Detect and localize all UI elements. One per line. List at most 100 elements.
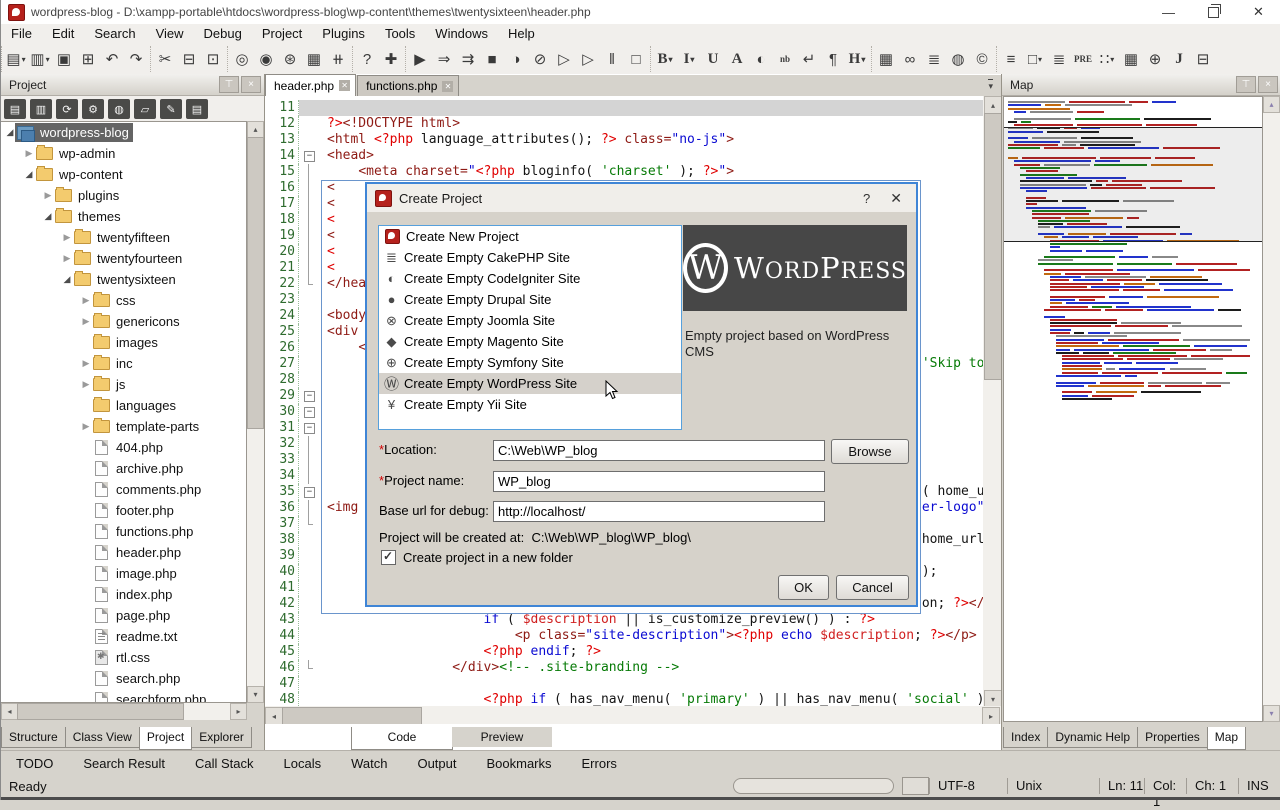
expander-icon[interactable]: ▶: [62, 253, 72, 264]
tree-item[interactable]: ▶css: [1, 290, 246, 311]
close-button[interactable]: ✕: [1236, 0, 1280, 24]
pre-icon[interactable]: PRE: [1071, 47, 1095, 71]
expander-icon[interactable]: ◢: [62, 274, 72, 285]
tab-index[interactable]: Index: [1003, 727, 1048, 748]
base-url-input[interactable]: [493, 501, 825, 522]
menu-help[interactable]: Help: [498, 24, 545, 44]
scroll-up-icon[interactable]: ▴: [1263, 96, 1280, 113]
fold-toggle-icon[interactable]: −: [304, 391, 315, 402]
refresh-icon[interactable]: ⟳: [56, 99, 78, 119]
tab-properties[interactable]: Properties: [1137, 727, 1208, 748]
open-folder-icon[interactable]: ▱: [134, 99, 156, 119]
dialog-help-button[interactable]: ?: [851, 191, 882, 206]
list-icon[interactable]: ≣: [922, 47, 946, 71]
find-in-files-icon[interactable]: ◉: [254, 47, 278, 71]
panel-tab-search-result[interactable]: Search Result: [68, 756, 180, 771]
tree-item[interactable]: ▶template-parts: [1, 416, 246, 437]
project-settings-icon[interactable]: ⚙: [82, 99, 104, 119]
menu-view[interactable]: View: [146, 24, 194, 44]
tree-item[interactable]: readme.txt: [1, 626, 246, 647]
editor-horizontal-scrollbar[interactable]: ◂ ▸: [265, 706, 1001, 724]
menu-plugins[interactable]: Plugins: [312, 24, 375, 44]
projects-icon[interactable]: ▥: [30, 99, 52, 119]
scroll-up-icon[interactable]: ▴: [984, 96, 1001, 114]
image-icon[interactable]: ▦: [874, 47, 898, 71]
scroll-down-icon[interactable]: ▾: [247, 686, 264, 703]
menu-windows[interactable]: Windows: [425, 24, 498, 44]
tab-close-icon[interactable]: ✕: [442, 81, 453, 92]
ul-icon[interactable]: ∷▾: [1095, 47, 1119, 71]
map-scrollbar[interactable]: ▴ ▾: [1263, 96, 1280, 722]
scroll-left-icon[interactable]: ◂: [265, 707, 283, 724]
editor-scroll-thumb[interactable]: [984, 113, 1001, 380]
scroll-down-icon[interactable]: ▾: [1263, 705, 1280, 722]
tree-hscroll-thumb[interactable]: [17, 703, 184, 720]
expander-icon[interactable]: ▶: [43, 190, 53, 201]
step-into-icon[interactable]: ⇒: [432, 47, 456, 71]
menu-file[interactable]: File: [1, 24, 42, 44]
new-file-icon[interactable]: ▤▾: [4, 47, 28, 71]
continue-icon[interactable]: ▷: [576, 47, 600, 71]
bold-icon[interactable]: B▾: [653, 47, 677, 71]
tab-project[interactable]: Project: [139, 727, 192, 750]
comment-icon[interactable]: ◍: [946, 47, 970, 71]
ok-button[interactable]: OK: [778, 575, 829, 600]
form-icon[interactable]: ⊟: [1191, 47, 1215, 71]
tree-item[interactable]: ▶genericons: [1, 311, 246, 332]
view-blocks-icon[interactable]: ▦: [302, 47, 326, 71]
tree-item[interactable]: ◢themes: [1, 206, 246, 227]
cut-icon[interactable]: ✂: [153, 47, 177, 71]
tree-item[interactable]: ◢twentysixteen: [1, 269, 246, 290]
web-icon[interactable]: ◍: [108, 99, 130, 119]
tree-item[interactable]: ▶js: [1, 374, 246, 395]
tree-item[interactable]: archive.php: [1, 458, 246, 479]
panel-tab-watch[interactable]: Watch: [336, 756, 402, 771]
project-type-item[interactable]: ≣Create Empty CakePHP Site: [379, 247, 681, 268]
menu-edit[interactable]: Edit: [42, 24, 84, 44]
copyright-icon[interactable]: ©: [970, 47, 994, 71]
redo-icon[interactable]: ↷: [124, 47, 148, 71]
tree-scroll-thumb[interactable]: [247, 137, 264, 429]
incremental-search-icon[interactable]: ⊛: [278, 47, 302, 71]
tab-preview[interactable]: Preview: [452, 727, 552, 747]
expander-icon[interactable]: ▶: [81, 295, 91, 306]
expander-icon[interactable]: ▶: [81, 358, 91, 369]
tree-item[interactable]: images: [1, 332, 246, 353]
tree-item[interactable]: 404.php: [1, 437, 246, 458]
editor-hscroll-thumb[interactable]: [282, 707, 422, 724]
close-icon[interactable]: ×: [241, 76, 261, 93]
tab-list-dropdown-icon[interactable]: ▾: [988, 79, 993, 92]
expander-icon[interactable]: ◢: [5, 127, 15, 138]
anchor-icon[interactable]: ⊕: [1143, 47, 1167, 71]
step-over-icon[interactable]: ⇉: [456, 47, 480, 71]
italic-icon[interactable]: I▾: [677, 47, 701, 71]
minimize-button[interactable]: —: [1146, 0, 1191, 24]
tree-item[interactable]: searchform.php: [1, 689, 246, 703]
editor-vertical-scrollbar[interactable]: ▴ ▾: [983, 96, 1001, 706]
tree-item[interactable]: languages: [1, 395, 246, 416]
dialog-close-button[interactable]: ✕: [882, 190, 916, 207]
align-right-icon[interactable]: ≣: [1047, 47, 1071, 71]
copy-icon[interactable]: ⊟: [177, 47, 201, 71]
color-icon[interactable]: ◐: [749, 47, 773, 71]
link-icon[interactable]: ∞: [898, 47, 922, 71]
expander-icon[interactable]: ▶: [81, 316, 91, 327]
project-name-input[interactable]: [493, 471, 825, 492]
find-icon[interactable]: ◎: [230, 47, 254, 71]
panel-tab-bookmarks[interactable]: Bookmarks: [471, 756, 566, 771]
tree-item[interactable]: ◢wp-content: [1, 164, 246, 185]
run-icon[interactable]: ▶: [408, 47, 432, 71]
tab-explorer[interactable]: Explorer: [191, 727, 252, 748]
tab-class-view[interactable]: Class View: [65, 727, 140, 748]
panel-tab-todo[interactable]: TODO: [1, 756, 68, 771]
fold-toggle-icon[interactable]: −: [304, 407, 315, 418]
close-icon[interactable]: ×: [1258, 76, 1278, 93]
menu-debug[interactable]: Debug: [194, 24, 252, 44]
pin-icon[interactable]: ⊤: [1236, 76, 1256, 93]
report-icon[interactable]: ▤: [186, 99, 208, 119]
help-icon[interactable]: ?: [355, 47, 379, 71]
project-type-item[interactable]: Create New Project: [379, 226, 681, 247]
remove-breakpoints-icon[interactable]: ⊘: [528, 47, 552, 71]
panel-tab-call-stack[interactable]: Call Stack: [180, 756, 269, 771]
tab-dynamic-help[interactable]: Dynamic Help: [1047, 727, 1138, 748]
